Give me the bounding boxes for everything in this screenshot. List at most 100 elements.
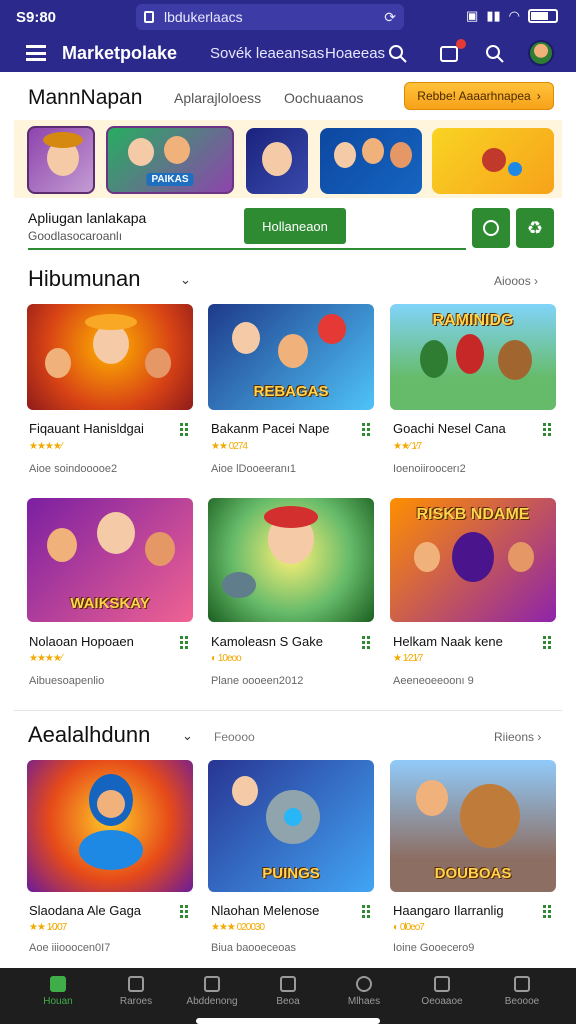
search-icon-2[interactable] bbox=[484, 43, 506, 65]
refresh-button[interactable] bbox=[472, 208, 510, 248]
promo-label: Rebbe! Aaaarhnapea bbox=[417, 89, 531, 103]
nav-subscriptions[interactable]: Abddenong bbox=[176, 976, 248, 1007]
section-2-more-label: Riieons bbox=[494, 730, 535, 744]
section-1-more-label: Aiooos bbox=[494, 274, 531, 288]
more-options-icon[interactable] bbox=[543, 636, 553, 649]
more-options-icon[interactable] bbox=[180, 423, 190, 436]
game-meta: Aoe iiiooocen0I7 bbox=[29, 942, 111, 954]
tab-categories[interactable]: Oochuaanos bbox=[284, 90, 363, 106]
box-icon bbox=[280, 976, 296, 992]
bottom-nav: Houan Raroes Abddenong Beoa Mlhaes Oeoaa… bbox=[0, 968, 576, 1024]
game-title[interactable]: Bakanm Pacei Nape bbox=[211, 421, 330, 436]
nav-home[interactable]: Houan bbox=[22, 976, 94, 1007]
chevron-down-icon[interactable]: ⌄ bbox=[182, 728, 193, 744]
banner-1[interactable] bbox=[27, 126, 95, 194]
game-art-title-8: PUINGS bbox=[262, 865, 320, 882]
chevron-down-icon[interactable]: ⌄ bbox=[180, 272, 191, 288]
nav-label: Raroes bbox=[119, 996, 153, 1007]
game-rating: ★★★★⁄ bbox=[29, 441, 63, 452]
menu-icon[interactable] bbox=[26, 45, 46, 61]
search-icon[interactable] bbox=[387, 43, 409, 65]
more-options-icon[interactable] bbox=[180, 636, 190, 649]
refresh-icon bbox=[483, 220, 499, 236]
gift-icon bbox=[434, 976, 450, 992]
nav-label: Abddenong bbox=[186, 996, 238, 1007]
more-options-icon[interactable] bbox=[180, 905, 190, 918]
nav-offers[interactable]: Oeoaaoe bbox=[406, 976, 478, 1007]
more-options-icon[interactable] bbox=[362, 905, 372, 918]
game-card-image-9[interactable]: DOUBOAS bbox=[390, 760, 556, 892]
section-2-more[interactable]: Riieons › bbox=[494, 730, 541, 744]
banner-2-label: PAIKAS bbox=[146, 173, 194, 186]
recycle-button[interactable]: ♻ bbox=[516, 208, 554, 248]
game-rating: ★★ 0274 bbox=[211, 441, 248, 452]
game-card-image-8[interactable]: PUINGS bbox=[208, 760, 374, 892]
header-link-2[interactable]: Hoaeeas bbox=[325, 45, 385, 62]
game-art-title-9: DOUBOAS bbox=[434, 865, 512, 882]
game-card-image-5[interactable] bbox=[208, 498, 374, 622]
app-header: Marketpolake Sovék leaeansas Hoaeeas bbox=[0, 34, 576, 72]
address-bar[interactable]: lbdukerlaacs ⟳ bbox=[136, 4, 404, 30]
app-underline bbox=[28, 248, 466, 250]
promo-button[interactable]: Rebbe! Aaaarhnapea › bbox=[404, 82, 554, 110]
status-icons: ▣ ▮▮ ◠ bbox=[466, 8, 558, 24]
game-title[interactable]: Nlaohan Melenose bbox=[211, 903, 319, 918]
recycle-icon: ♻ bbox=[526, 217, 544, 238]
tab-applications[interactable]: Aplarajloloess bbox=[174, 90, 261, 106]
more-options-icon[interactable] bbox=[362, 423, 372, 436]
game-card-image-3[interactable]: RAMINIDG bbox=[390, 304, 556, 410]
cart-icon[interactable] bbox=[438, 39, 466, 65]
game-rating: ★★★★⁄ bbox=[29, 653, 63, 664]
game-card-image-2[interactable]: REBAGAS bbox=[208, 304, 374, 410]
game-title[interactable]: Slaodana Ale Gaga bbox=[29, 903, 141, 918]
game-rating: ★★★ 020030 bbox=[211, 922, 265, 933]
game-art-title-6: RISKB NDAME bbox=[416, 506, 530, 523]
chevron-right-icon: › bbox=[536, 89, 541, 103]
divider bbox=[14, 710, 562, 711]
brand-name[interactable]: Marketpolake bbox=[62, 43, 177, 64]
home-indicator bbox=[196, 1018, 380, 1024]
header-link-1[interactable]: Sovék leaeansas bbox=[210, 45, 324, 62]
app-row: Apliugan lanlakapa Goodlasocaroanlı Holl… bbox=[14, 204, 562, 250]
banner-5[interactable] bbox=[432, 128, 554, 194]
banner-3[interactable] bbox=[246, 128, 308, 194]
game-meta: Aioe lDooeeranı1 bbox=[211, 463, 297, 475]
notification-icon: ▣ bbox=[466, 8, 479, 23]
banner-4[interactable] bbox=[320, 128, 422, 194]
game-title[interactable]: Helkam Naak kene bbox=[393, 634, 503, 649]
game-title[interactable]: Kamoleasn S Gake bbox=[211, 634, 323, 649]
install-button[interactable]: Hollaneaon bbox=[244, 208, 346, 244]
game-card-image-7[interactable] bbox=[27, 760, 193, 892]
more-options-icon[interactable] bbox=[362, 636, 372, 649]
game-meta: Aibuesoapenlio bbox=[29, 675, 105, 687]
clock: S9:80 bbox=[16, 8, 57, 26]
section-2-filter[interactable]: Feoooo bbox=[214, 730, 255, 744]
url-text: lbdukerlaacs bbox=[164, 9, 243, 25]
nav-movies[interactable]: Mlhaes bbox=[328, 976, 400, 1007]
game-card-image-4[interactable]: WAIKSKAY bbox=[27, 498, 193, 622]
cart-badge bbox=[456, 39, 466, 49]
game-title[interactable]: Haangaro Ilarranlig bbox=[393, 903, 504, 918]
reload-icon[interactable]: ⟳ bbox=[384, 9, 396, 26]
game-title[interactable]: Goachi Nesel Cana bbox=[393, 421, 506, 436]
more-options-icon[interactable] bbox=[543, 423, 553, 436]
featured-banners: PAIKAS bbox=[14, 120, 562, 198]
game-card-image-6[interactable]: RISKB NDAME bbox=[390, 498, 556, 622]
game-title[interactable]: Nolaoan Hopoaen bbox=[29, 634, 134, 649]
nav-library[interactable]: Beoooe bbox=[486, 976, 558, 1007]
section-1-more[interactable]: Aiooos › bbox=[494, 274, 538, 288]
nav-rankings[interactable]: Raroes bbox=[100, 976, 172, 1007]
game-rating: ★★⁄ 1⁄7 bbox=[393, 441, 422, 452]
nav-books[interactable]: Beoa bbox=[252, 976, 324, 1007]
game-card-image-1[interactable] bbox=[27, 304, 193, 410]
section-title-2: Aealalhdunn bbox=[28, 722, 151, 747]
avatar[interactable] bbox=[528, 40, 554, 66]
marketplace-bar: MannNapan Aplarajloloess Oochuaanos Rebb… bbox=[14, 72, 562, 118]
game-title[interactable]: Fiqauant Hanisldgai bbox=[29, 421, 144, 436]
nav-label: Beoooe bbox=[504, 996, 540, 1007]
game-rating: ★ 1⁄21⁄7 bbox=[393, 653, 423, 664]
more-options-icon[interactable] bbox=[543, 905, 553, 918]
page-title: MannNapan bbox=[28, 86, 143, 109]
game-art-title-4: WAIKSKAY bbox=[70, 595, 150, 612]
banner-2[interactable]: PAIKAS bbox=[106, 126, 234, 194]
